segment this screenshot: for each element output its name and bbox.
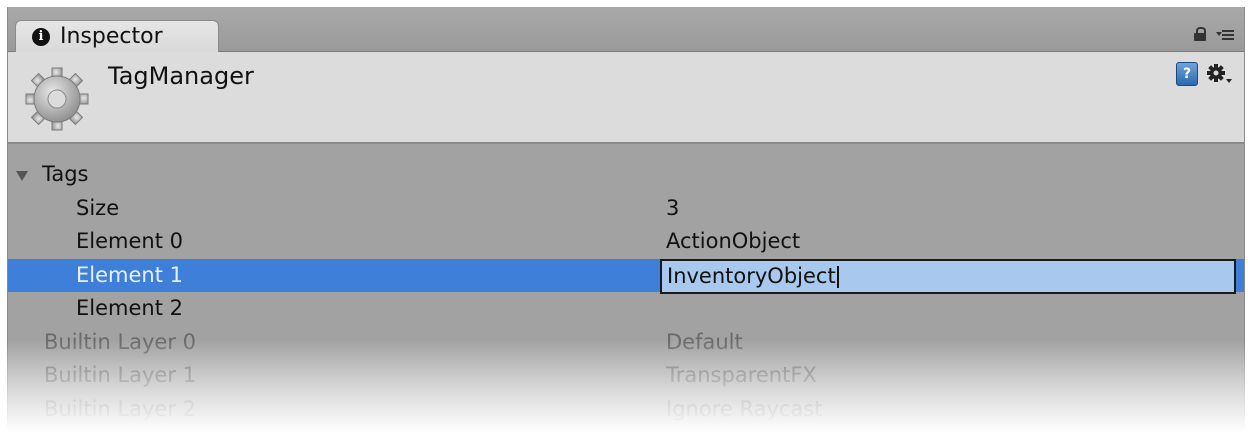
text-caret [836, 265, 839, 288]
element-row[interactable]: Element 2 [8, 292, 1244, 326]
builtin-layer-row: Builtin Layer 2 Ignore Raycast [8, 393, 1244, 427]
foldout-arrow-icon[interactable] [16, 171, 28, 181]
element-row[interactable]: Element 0 ActionObject [8, 225, 1244, 259]
element-row-selected[interactable]: Element 1 InventoryObject [8, 258, 1244, 294]
info-icon: i [32, 27, 50, 46]
asset-title: TagManager [108, 62, 254, 90]
tab-inspector[interactable]: i Inspector [15, 20, 219, 52]
layer-name: Ignore Raycast [666, 396, 823, 421]
settings-gear-icon [25, 67, 89, 131]
tab-label: Inspector [60, 24, 163, 49]
row-label: Builtin Layer 3 [44, 430, 197, 442]
gear-icon[interactable] [1206, 62, 1232, 86]
tab-bar: i Inspector [8, 7, 1244, 52]
tags-foldout[interactable]: Tags [8, 158, 1244, 192]
row-label: Builtin Layer 0 [44, 329, 197, 354]
tab-controls [1194, 27, 1234, 41]
asset-header: TagManager ? [8, 52, 1244, 144]
row-label: Builtin Layer 2 [44, 396, 197, 421]
builtin-layer-row: Builtin Layer 1 TransparentFX [8, 359, 1244, 393]
tag-edit-field[interactable]: InventoryObject [660, 258, 1236, 294]
row-label: Size [76, 195, 120, 220]
layer-name: Default [666, 329, 743, 354]
tag-field[interactable]: ActionObject [666, 225, 800, 259]
builtin-layer-row: Builtin Layer 3 [8, 426, 1244, 442]
row-label: Element 1 [76, 262, 183, 287]
menu-icon[interactable] [1216, 28, 1234, 40]
tag-manager-list: Tags Size 3 Element 0 ActionObject Eleme… [8, 158, 1244, 442]
help-icon[interactable]: ? [1176, 62, 1198, 86]
builtin-layer-row: Builtin Layer 0 Default [8, 326, 1244, 360]
size-row[interactable]: Size 3 [8, 192, 1244, 226]
tags-label: Tags [42, 162, 89, 186]
header-controls: ? [1176, 62, 1232, 86]
row-label: Element 2 [76, 296, 183, 320]
tag-edit-text: InventoryObject [667, 263, 836, 288]
row-label: Builtin Layer 1 [44, 363, 197, 387]
row-label: Element 0 [76, 229, 183, 253]
layer-name: TransparentFX [666, 363, 817, 387]
lock-icon[interactable] [1194, 27, 1206, 41]
size-field[interactable]: 3 [666, 192, 679, 226]
inspector-window: i Inspector TagManager ? Tags Size 3 Ele… [7, 7, 1245, 442]
